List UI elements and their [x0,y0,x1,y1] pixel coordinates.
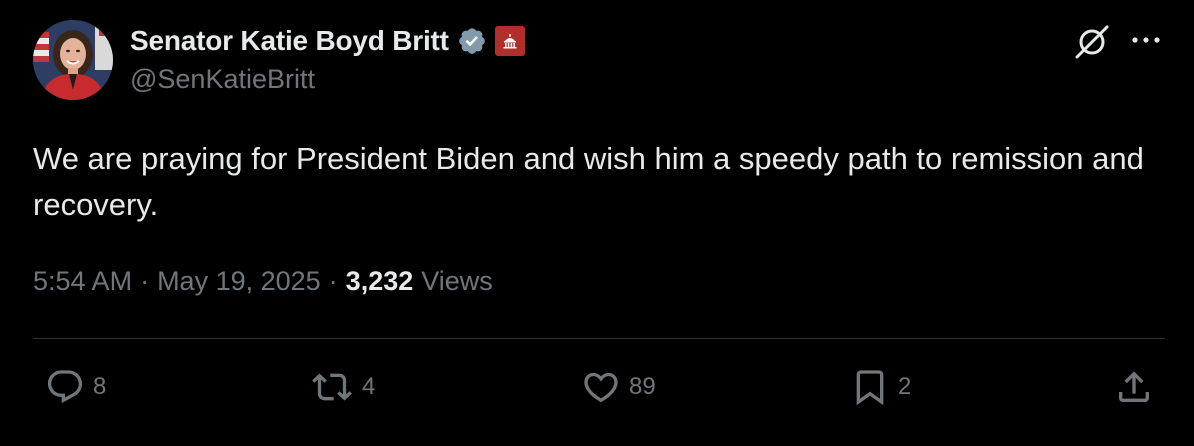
tweet-date[interactable]: May 19, 2025 [157,266,321,297]
author-name-row: Senator Katie Boyd Britt [130,23,525,59]
repost-icon [312,373,352,401]
capitol-glyph [503,34,517,49]
views-label: Views [421,266,493,296]
meta-separator: · [328,266,338,296]
reply-icon [47,370,83,404]
tweet-text: We are praying for President Biden and w… [33,141,1144,222]
reply-count: 8 [93,373,107,400]
meta-separator: · [140,266,150,296]
like-count: 89 [629,373,656,400]
bookmark-button[interactable]: 2 [850,366,911,408]
display-name[interactable]: Senator Katie Boyd Britt [130,25,449,57]
bookmark-count: 2 [898,373,912,400]
heart-icon [584,372,618,403]
tweet-meta: 5:54 AM · May 19, 2025 · 3,232 Views [33,266,493,297]
share-icon [1119,371,1149,402]
grok-icon[interactable] [1072,24,1112,60]
capitol-building-icon[interactable] [494,26,525,56]
more-icon[interactable] [1128,31,1164,49]
avatar-image [33,20,113,100]
views-count: 3,232 [345,266,414,296]
author-handle[interactable]: @SenKatieBritt [130,64,315,95]
verified-badge-icon[interactable] [457,26,487,56]
tweet-time[interactable]: 5:54 AM [33,266,132,297]
bookmark-icon [856,370,884,406]
avatar[interactable] [33,20,113,100]
divider [33,338,1165,339]
share-button[interactable] [1114,366,1154,408]
tweet-card: Senator Katie Boyd Britt @SenKatieBritt [0,0,1194,446]
reply-button[interactable]: 8 [45,366,106,408]
like-button[interactable]: 89 [581,366,656,408]
repost-button[interactable]: 4 [310,366,375,408]
repost-count: 4 [362,373,376,400]
